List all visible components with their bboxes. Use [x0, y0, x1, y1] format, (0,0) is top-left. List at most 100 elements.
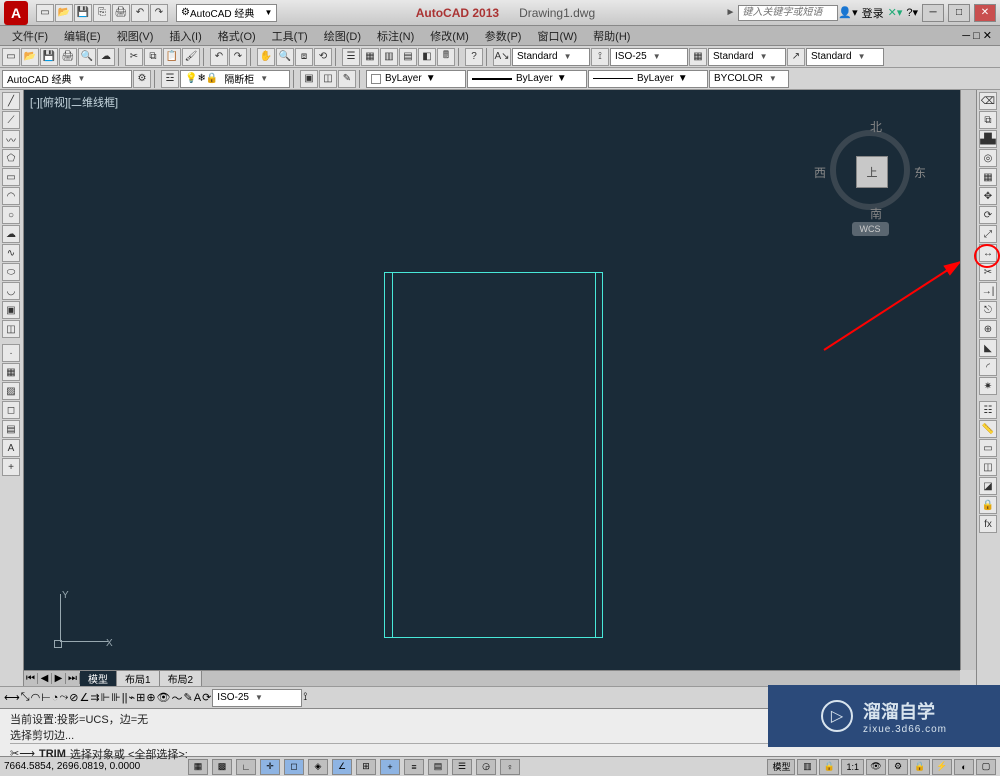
menu-window[interactable]: 窗口(W): [529, 28, 585, 44]
join-icon[interactable]: ⊕: [979, 320, 997, 338]
xline-icon[interactable]: ⟋: [2, 111, 20, 129]
rotate-icon[interactable]: ⟳: [979, 206, 997, 224]
edit-icon[interactable]: ✎: [338, 70, 356, 88]
center-icon[interactable]: ⊕: [146, 691, 155, 704]
saveas-icon[interactable]: ⎘: [93, 4, 111, 22]
tablestyle-icon[interactable]: ▦: [689, 48, 707, 66]
explode-icon[interactable]: ✷: [979, 377, 997, 395]
new-icon[interactable]: ▭: [36, 4, 54, 22]
workspace-combo2[interactable]: AutoCAD 经典▼: [2, 70, 132, 88]
arc-icon[interactable]: ◠: [2, 187, 20, 205]
lweight-combo[interactable]: ByLayer▼: [588, 70, 708, 88]
tab-next-icon[interactable]: ▶: [52, 673, 66, 684]
chamfer-icon[interactable]: ◣: [979, 339, 997, 357]
print-icon[interactable]: 🖨: [112, 4, 130, 22]
menu-file[interactable]: 文件(F): [4, 28, 56, 44]
erase-icon[interactable]: ⌫: [979, 92, 997, 110]
help2-icon[interactable]: ?: [465, 48, 483, 66]
measure-icon[interactable]: 📏: [979, 420, 997, 438]
layer-props-icon[interactable]: ☲: [161, 70, 179, 88]
workspace-combo[interactable]: ⚙AutoCAD 经典▼: [176, 4, 277, 22]
viewport-label[interactable]: [-][俯视][二维线框]: [30, 94, 118, 110]
copy-icon[interactable]: ⧉: [979, 111, 997, 129]
close-button[interactable]: ✕: [974, 4, 996, 22]
dimedit-icon[interactable]: ✎: [184, 691, 193, 704]
constrain-icon[interactable]: 🔒: [979, 496, 997, 514]
pline-icon[interactable]: 〰: [2, 130, 20, 148]
array-icon[interactable]: ▦: [979, 168, 997, 186]
extend-icon[interactable]: →|: [979, 282, 997, 300]
ellipse-icon[interactable]: ⬭: [2, 263, 20, 281]
toolpal-icon[interactable]: ▥: [380, 48, 398, 66]
menu-format[interactable]: 格式(O): [210, 28, 264, 44]
menu-help[interactable]: 帮助(H): [585, 28, 638, 44]
minimize-button[interactable]: ─: [922, 4, 944, 22]
drawing-canvas[interactable]: [-][俯视][二维线框] 上 北 南 西 东 WCS Y X: [24, 90, 960, 670]
dimjog-icon[interactable]: ⤳: [59, 691, 68, 704]
draworder-icon[interactable]: ☷: [979, 401, 997, 419]
offset-icon[interactable]: ◎: [979, 149, 997, 167]
insert-icon[interactable]: ▣: [300, 70, 318, 88]
dimstyle2-icon[interactable]: ⟟: [303, 691, 307, 704]
dimbreak-icon[interactable]: ⌁: [128, 691, 135, 704]
tab-layout1[interactable]: 布局1: [117, 671, 160, 686]
tab-prev-icon[interactable]: ◀: [38, 673, 52, 684]
line-icon[interactable]: ╱: [2, 92, 20, 110]
preview-icon[interactable]: 🔍: [78, 48, 96, 66]
wcs-badge[interactable]: WCS: [852, 222, 889, 236]
dimrad-icon[interactable]: ◔: [52, 692, 59, 704]
scale-icon[interactable]: ⤢: [979, 225, 997, 243]
matchprop-icon[interactable]: 🖌: [182, 48, 200, 66]
makeblk-icon[interactable]: ◫: [2, 320, 20, 338]
dcenter-icon[interactable]: ▦: [361, 48, 379, 66]
vertical-scrollbar[interactable]: [960, 90, 976, 670]
viewcube[interactable]: 上 北 南 西 东 WCS: [820, 130, 920, 250]
textstyle-icon[interactable]: A↘: [493, 48, 511, 66]
menu-edit[interactable]: 编辑(E): [56, 28, 109, 44]
pan-icon[interactable]: ✋: [257, 48, 275, 66]
fillet-icon[interactable]: ◜: [979, 358, 997, 376]
dimbase-icon[interactable]: ⊩: [101, 691, 111, 704]
tab-model[interactable]: 模型: [80, 671, 117, 686]
tab-first-icon[interactable]: ⏮: [24, 673, 38, 684]
select-icon[interactable]: ▭: [979, 439, 997, 457]
qdim-icon[interactable]: ⇉: [90, 691, 99, 704]
paste-icon[interactable]: 📋: [163, 48, 181, 66]
user-icon[interactable]: 👤▾: [838, 6, 857, 19]
props-icon[interactable]: ☰: [342, 48, 360, 66]
app-icon[interactable]: A: [4, 1, 28, 25]
dimupdate-icon[interactable]: ⟳: [202, 691, 211, 704]
group-icon[interactable]: ◫: [979, 458, 997, 476]
break-icon[interactable]: ⎋: [979, 301, 997, 319]
redo-icon[interactable]: ↷: [150, 4, 168, 22]
spline-icon[interactable]: ∿: [2, 244, 20, 262]
addsel-icon[interactable]: +: [2, 458, 20, 476]
plotcolor-combo[interactable]: BYCOLOR▼: [709, 70, 789, 88]
menu-tools[interactable]: 工具(T): [264, 28, 316, 44]
ellipsearc-icon[interactable]: ◡: [2, 282, 20, 300]
open-icon[interactable]: 📂: [55, 4, 73, 22]
revcloud-icon[interactable]: ☁: [2, 225, 20, 243]
move-icon[interactable]: ✥: [979, 187, 997, 205]
rect-icon[interactable]: ▭: [2, 168, 20, 186]
menu-view[interactable]: 视图(V): [109, 28, 162, 44]
help-icon[interactable]: ?▾: [906, 6, 918, 19]
circle-icon[interactable]: ○: [2, 206, 20, 224]
copy-icon[interactable]: ⧉: [144, 48, 162, 66]
publish-icon[interactable]: ☁: [97, 48, 115, 66]
layer-combo[interactable]: 💡❄🔒隔断柜▼: [180, 70, 290, 88]
maximize-button[interactable]: □: [948, 4, 970, 22]
dimlinear-icon[interactable]: ⟷: [4, 691, 20, 704]
cut-icon[interactable]: ✂: [125, 48, 143, 66]
insertblk-icon[interactable]: ▣: [2, 301, 20, 319]
save-icon[interactable]: 💾: [40, 48, 58, 66]
color-combo[interactable]: ByLayer▼: [366, 70, 466, 88]
make-icon[interactable]: ◫: [319, 70, 337, 88]
region-icon[interactable]: ◻: [2, 401, 20, 419]
mtext-icon[interactable]: A: [2, 439, 20, 457]
menu-draw[interactable]: 绘图(D): [316, 28, 369, 44]
exchange-icon[interactable]: ✕▾: [888, 6, 903, 19]
dimang-icon[interactable]: ∠: [79, 691, 89, 704]
dimaligned-icon[interactable]: ⤡: [21, 691, 30, 704]
mleader-style-combo[interactable]: Standard▼: [806, 48, 884, 66]
